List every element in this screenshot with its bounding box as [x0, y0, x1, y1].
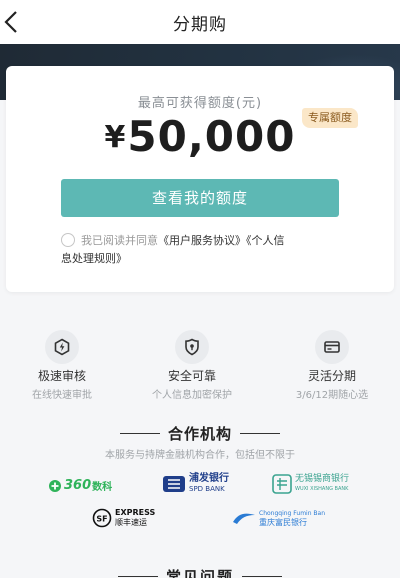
- feature-title: 安全可靠: [167, 369, 216, 383]
- spd-logo-icon: [163, 476, 185, 492]
- privacy-rules-link-part2[interactable]: 息处理规则》: [61, 252, 127, 265]
- feature-fast-review: 极速审核 在线快速审批: [2, 330, 122, 401]
- feature-row: 极速审核 在线快速审批 安全可靠 个人信息加密保护 灵活分期 3/6/12期随心…: [0, 330, 400, 401]
- divider: [242, 576, 282, 577]
- logo-chongqing-fumin-bank: Chongqing Fumin Ban 重庆富民银行: [232, 509, 325, 527]
- feature-subtitle: 在线快速审批: [32, 390, 92, 401]
- partners-description: 本服务与持牌金融机构合作，包括但不限于: [105, 450, 295, 461]
- logo-360-number: 360: [64, 478, 92, 493]
- feature-title: 极速审核: [37, 369, 86, 383]
- agreement-text: 我已阅读并同意《用户服务协议》《个人信 息处理规则》: [61, 232, 361, 268]
- logo-spd-cn: 浦发银行: [189, 473, 229, 484]
- fumin-logo-icon: [233, 513, 255, 524]
- privacy-rules-link-part1[interactable]: 《个人信: [246, 234, 285, 247]
- view-my-limit-button[interactable]: 查看我的额度: [61, 179, 339, 217]
- feature-title: 灵活分期: [307, 369, 356, 383]
- divider: [117, 576, 158, 577]
- partners-title-text: 合作机构: [167, 425, 232, 443]
- logo-sf-cn: 顺丰速运: [115, 518, 147, 527]
- feature-flexible-installment: 灵活分期 3/6/12期随心选: [272, 330, 392, 401]
- amount-value: 50,000: [127, 112, 296, 161]
- 360-logo-icon: [49, 479, 61, 492]
- partners-title: 合作机构: [0, 423, 400, 444]
- back-arrow-icon[interactable]: [2, 9, 24, 35]
- shield-icon: [175, 330, 209, 364]
- agreement-prefix: 我已阅读并同意: [81, 234, 158, 247]
- logo-sf-en: EXPRESS: [115, 508, 156, 517]
- svg-text:SF: SF: [96, 515, 107, 524]
- page-title: 分期购: [173, 14, 227, 35]
- feature-subtitle: 个人信息加密保护: [152, 390, 232, 401]
- wuxi-logo-icon: [272, 474, 292, 494]
- exclusive-limit-badge: 专属额度: [302, 108, 358, 128]
- faq-title-text: 常见问题: [165, 568, 234, 578]
- logo-360-text: 数科: [92, 482, 113, 493]
- feature-subtitle: 3/6/12期随心选: [295, 390, 369, 401]
- logo-spd-en: SPD BANK: [189, 485, 225, 493]
- lightning-icon: [45, 330, 79, 364]
- user-service-agreement-link[interactable]: 《用户服务协议》: [158, 234, 246, 247]
- card-icon: [315, 330, 349, 364]
- currency-symbol: ¥: [104, 120, 126, 155]
- feature-secure: 安全可靠 个人信息加密保护: [132, 330, 252, 401]
- logo-spd-bank: 浦发银行 SPD BANK: [162, 474, 229, 494]
- logo-wuxi-cn: 无锡锡商银行: [295, 474, 350, 484]
- faq-title: 常见问题: [0, 566, 400, 578]
- logo-fumin-cn: 重庆富民银行: [259, 518, 307, 527]
- credit-limit-card: 最高可获得额度(元) ¥50,000 专属额度 查看我的额度 我已阅读并同意《用…: [6, 66, 394, 292]
- divider: [240, 433, 280, 434]
- logo-sf-express: SF EXPRESS 顺丰速运: [92, 508, 155, 528]
- logo-fumin-en: Chongqing Fumin Ban: [259, 510, 326, 517]
- sf-logo-icon: SF: [92, 508, 112, 528]
- logo-360-shuke: 360 数科: [48, 478, 112, 493]
- divider: [119, 433, 160, 434]
- logo-wuxi-en: WUXI XISHANG BANK: [295, 486, 349, 492]
- top-nav-bar: 分期购: [0, 0, 400, 44]
- agree-checkbox[interactable]: [61, 233, 75, 247]
- logo-wuxi-xishang-bank: 无锡锡商银行 WUXI XISHANG BANK: [272, 474, 349, 494]
